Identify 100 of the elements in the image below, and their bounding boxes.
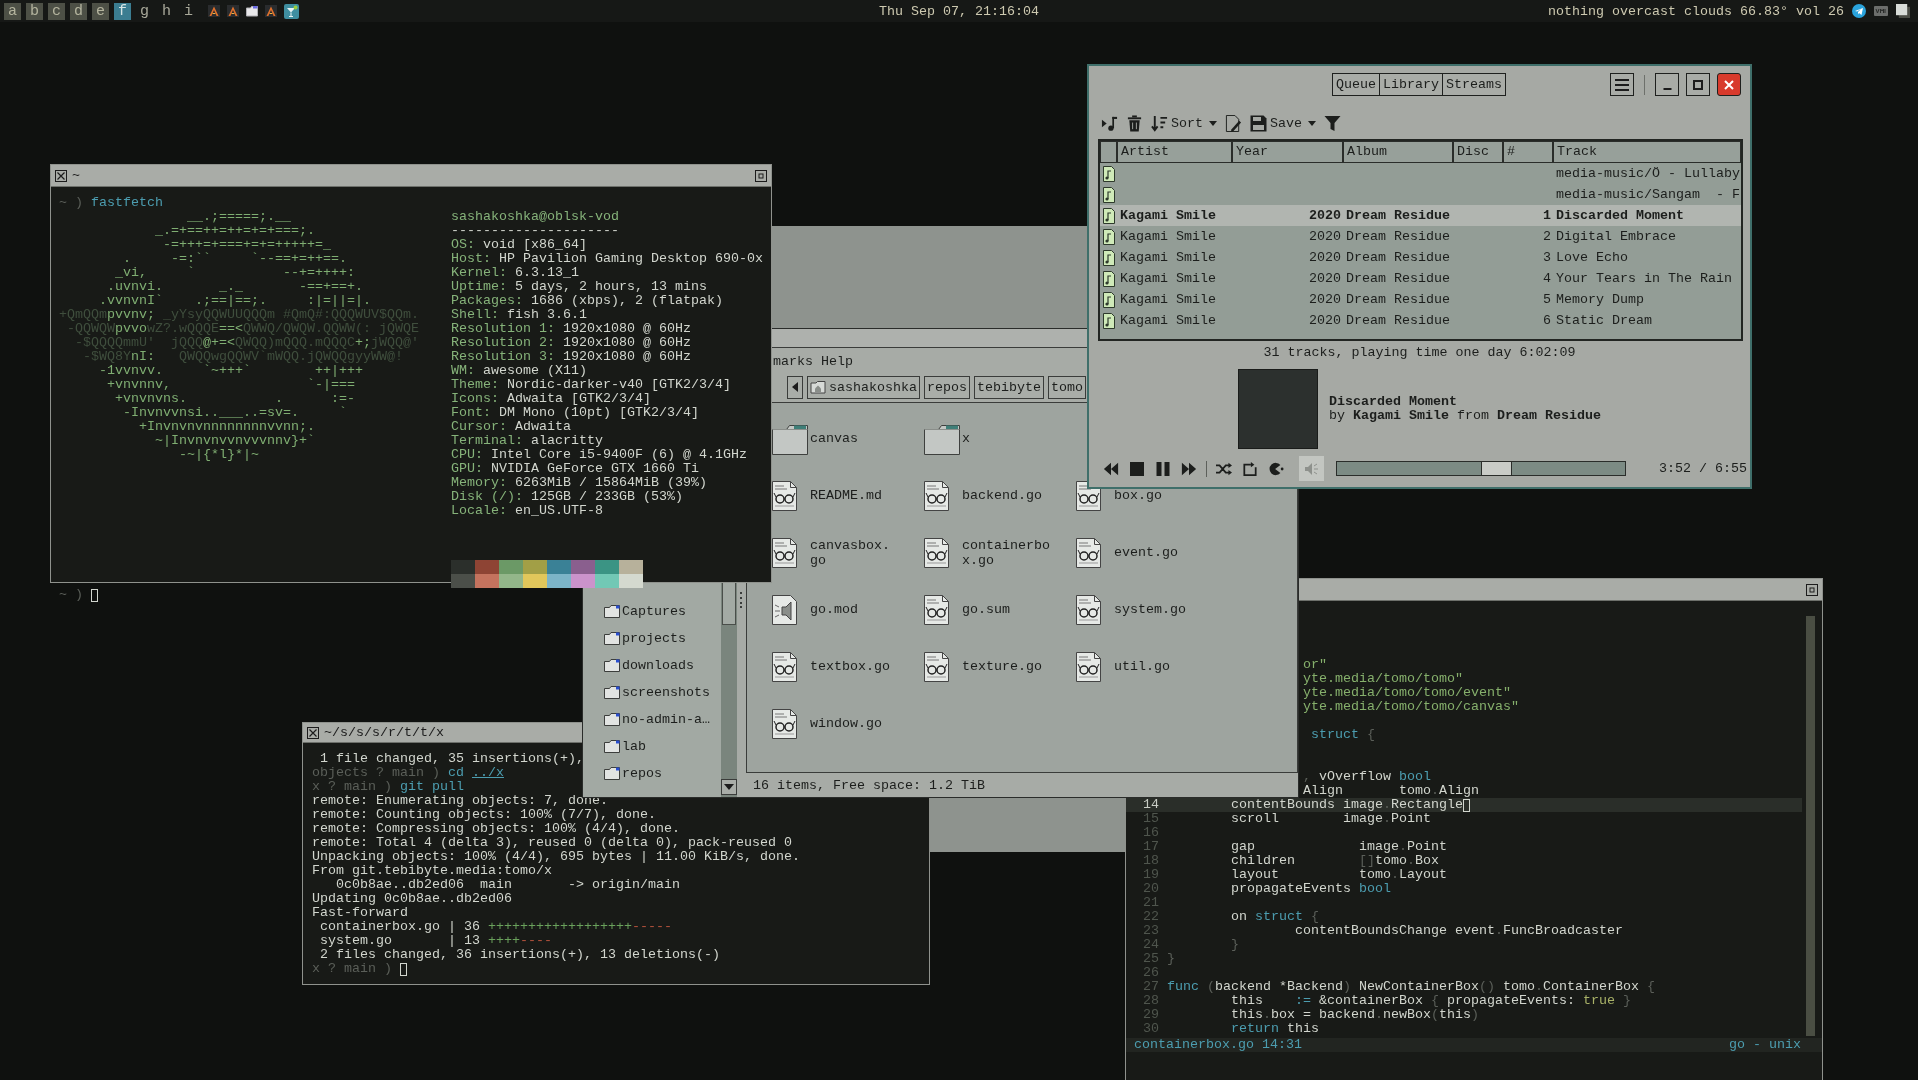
folder-icon[interactable]: [924, 422, 960, 455]
file-name[interactable]: go.mod: [810, 602, 898, 617]
file-icon[interactable]: [923, 480, 949, 511]
close-icon[interactable]: [55, 169, 67, 182]
sidebar-item[interactable]: projects: [604, 625, 721, 652]
column-header[interactable]: Year: [1232, 141, 1343, 163]
cocktail-glass-icon[interactable]: [284, 3, 299, 19]
file-name[interactable]: window.go: [810, 716, 898, 731]
scrollbar[interactable]: [721, 583, 737, 797]
maximize-icon[interactable]: [1806, 583, 1818, 596]
workspace-tag[interactable]: a: [4, 2, 21, 20]
pause-button[interactable]: [1154, 459, 1172, 478]
speaker-file-icon[interactable]: [771, 594, 797, 625]
scrollbar-thumb[interactable]: [722, 583, 736, 625]
path-button[interactable]: tomo: [1048, 375, 1086, 399]
column-header[interactable]: Artist: [1117, 141, 1232, 163]
file-name[interactable]: canvasbox.go: [810, 537, 898, 568]
file-name[interactable]: event.go: [1114, 545, 1202, 560]
file-icon[interactable]: [771, 480, 797, 511]
file-name[interactable]: canvas: [810, 431, 898, 446]
menu-item[interactable]: Help: [821, 353, 853, 369]
table-cell-text: 2020: [1308, 312, 1342, 330]
tab[interactable]: Library: [1379, 73, 1443, 96]
sidebar-item[interactable]: repos: [604, 760, 721, 787]
scroll-down-button[interactable]: [721, 779, 737, 795]
column-header[interactable]: #: [1503, 141, 1553, 163]
track-row[interactable]: Kagami Smile 2020 Dream Residue 1 Discarded Moment: [1100, 205, 1741, 226]
file-name[interactable]: README.md: [810, 488, 898, 503]
sidebar-item[interactable]: no-admin-a…: [604, 706, 721, 733]
sidebar-item[interactable]: Captures: [604, 598, 721, 625]
save-button[interactable]: Save: [1250, 115, 1316, 132]
file-name[interactable]: texture.go: [962, 659, 1050, 674]
file-name[interactable]: box.go: [1114, 488, 1202, 503]
file-name[interactable]: go.sum: [962, 602, 1050, 617]
close-icon[interactable]: [307, 726, 319, 739]
file-name[interactable]: system.go: [1114, 602, 1202, 617]
filter-button[interactable]: [1324, 115, 1341, 132]
file-name[interactable]: x: [962, 431, 1050, 446]
repeat-button[interactable]: [1241, 459, 1259, 478]
sidebar-item[interactable]: lab: [604, 733, 721, 760]
maximize-icon[interactable]: [755, 169, 767, 182]
file-icon[interactable]: [1075, 537, 1101, 568]
close-button[interactable]: [1717, 73, 1741, 96]
file-name[interactable]: util.go: [1114, 659, 1202, 674]
folder-icon[interactable]: [246, 5, 258, 17]
square-icon[interactable]: [1896, 4, 1910, 18]
file-name[interactable]: backend.go: [962, 488, 1050, 503]
triangle-logo-icon[interactable]: [265, 5, 277, 17]
path-button[interactable]: sashakoshka: [807, 375, 920, 399]
workspace-tag[interactable]: d: [70, 2, 87, 20]
tab[interactable]: Streams: [1442, 73, 1506, 96]
seek-track[interactable]: [1336, 461, 1626, 476]
file-icon[interactable]: [923, 594, 949, 625]
file-icon[interactable]: [1075, 651, 1101, 682]
file-icon[interactable]: [1075, 594, 1101, 625]
sidebar-item[interactable]: screenshots: [604, 679, 721, 706]
workspace-tag[interactable]: f: [114, 2, 131, 20]
add-button[interactable]: [1101, 115, 1118, 132]
tab[interactable]: Queue: [1332, 73, 1380, 96]
sort-button[interactable]: Sort: [1151, 115, 1217, 132]
workspace-tag[interactable]: b: [26, 2, 43, 20]
workspace-tag[interactable]: h: [158, 2, 175, 20]
path-button[interactable]: tebibyte: [974, 375, 1044, 399]
paper-plane-icon[interactable]: [1852, 4, 1866, 18]
folder-icon[interactable]: [772, 422, 808, 455]
path-button[interactable]: repos: [924, 375, 970, 399]
column-header[interactable]: Disc: [1453, 141, 1503, 163]
scrollbar-thumb[interactable]: [1806, 616, 1815, 1036]
triangle-logo-icon[interactable]: [227, 5, 239, 17]
workspace-tag[interactable]: c: [48, 2, 65, 20]
column-header[interactable]: Track: [1553, 141, 1741, 163]
workspace-tag[interactable]: e: [92, 2, 109, 20]
minimize-button[interactable]: [1655, 73, 1679, 96]
file-icon[interactable]: [771, 708, 797, 739]
code-line: propagateEvents bool: [1230, 882, 1391, 896]
track-row[interactable]: media-music/Sangam - F: [1100, 184, 1741, 205]
file-icon[interactable]: [923, 537, 949, 568]
file-icon[interactable]: [771, 651, 797, 682]
file-icon[interactable]: [923, 651, 949, 682]
info-line: Uptime: 5 days, 2 hours, 13 mins: [451, 280, 708, 294]
menu-item[interactable]: marks: [773, 353, 813, 369]
sidebar-item[interactable]: downloads: [604, 652, 721, 679]
file-icon[interactable]: [771, 537, 797, 568]
delete-button[interactable]: [1126, 115, 1143, 132]
info-line: Resolution 2: 1920x1080 @ 60Hz: [451, 336, 692, 350]
triangle-logo-icon[interactable]: [208, 5, 220, 17]
stop-button[interactable]: [1128, 459, 1146, 478]
column-header[interactable]: Album: [1343, 141, 1453, 163]
tray-app-icon[interactable]: [1874, 6, 1888, 16]
workspace-tag[interactable]: i: [180, 2, 197, 20]
edit-button[interactable]: [1225, 115, 1242, 132]
back-button[interactable]: [787, 375, 803, 399]
seek-thumb[interactable]: [1480, 461, 1512, 476]
grip-icon[interactable]: [740, 591, 743, 608]
workspace-tag[interactable]: g: [136, 2, 153, 20]
menu-button[interactable]: [1610, 73, 1634, 96]
maximize-button[interactable]: [1686, 73, 1710, 96]
file-name[interactable]: textbox.go: [810, 659, 898, 674]
track-row[interactable]: media-music/Ö - Lullaby: [1100, 163, 1741, 184]
file-name[interactable]: containerbox.go: [962, 537, 1050, 568]
